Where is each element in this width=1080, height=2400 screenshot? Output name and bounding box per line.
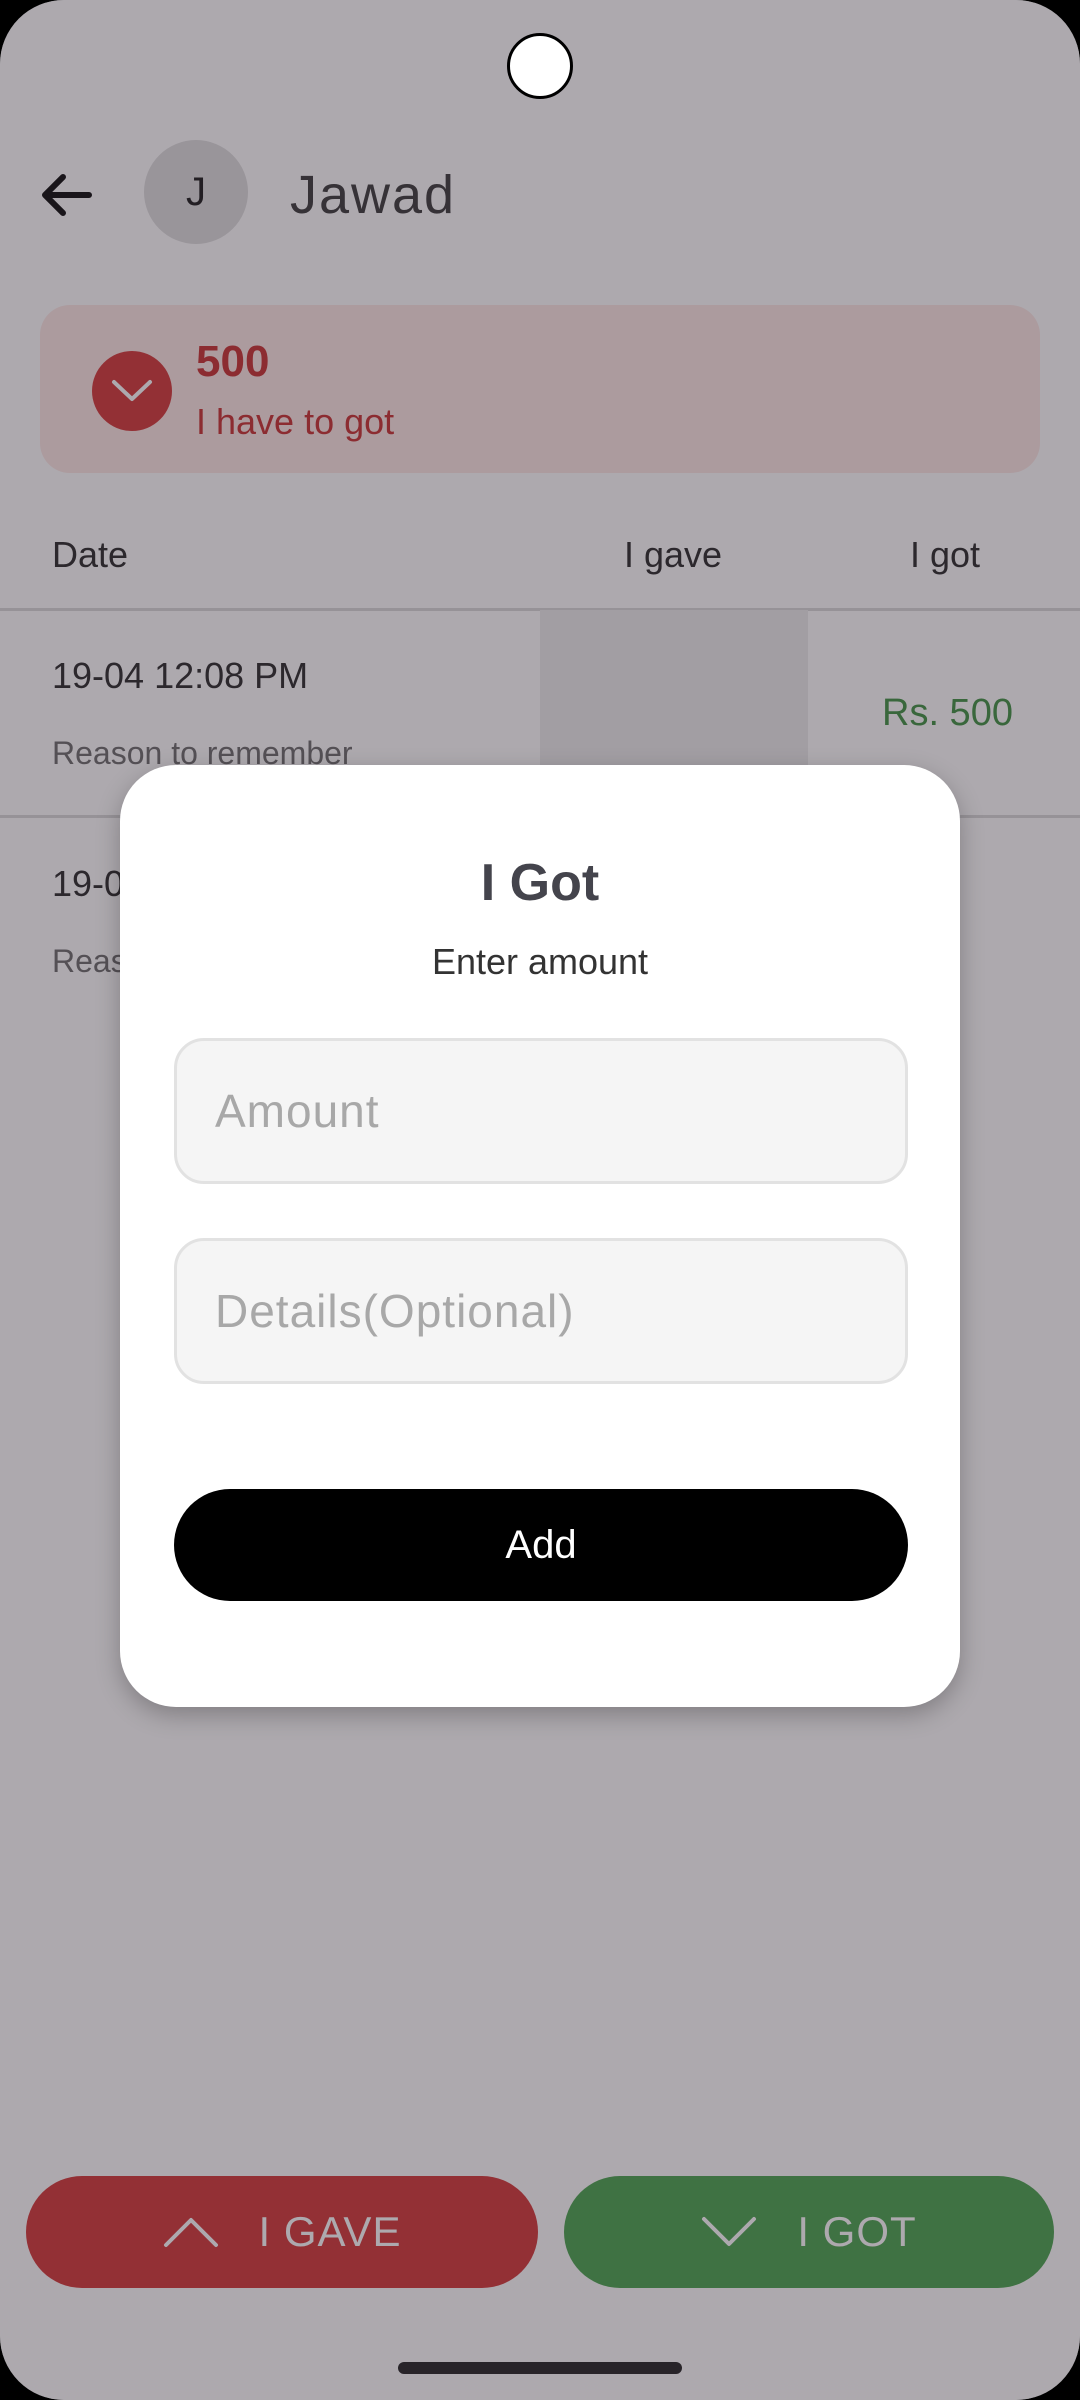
add-button[interactable]: Add — [174, 1489, 908, 1601]
camera-cutout — [507, 33, 573, 99]
amount-input[interactable] — [174, 1038, 908, 1184]
details-input[interactable] — [174, 1238, 908, 1384]
dialog-title: I Got — [480, 854, 600, 912]
app-screen: 12:15 J Jawad 500 I have to got Date I g… — [0, 0, 1080, 2400]
i-got-dialog: I Got Enter amount Add — [120, 765, 960, 1707]
dialog-subtitle: Enter amount — [431, 941, 649, 982]
add-button-label: Add — [505, 1522, 577, 1567]
